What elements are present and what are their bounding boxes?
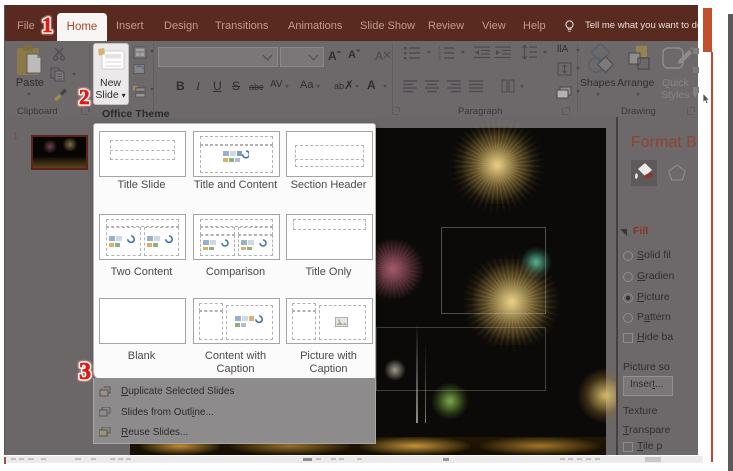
svg-text:3: 3 (79, 359, 91, 385)
svg-text:1: 1 (42, 13, 53, 37)
svg-text:2: 2 (79, 85, 90, 109)
